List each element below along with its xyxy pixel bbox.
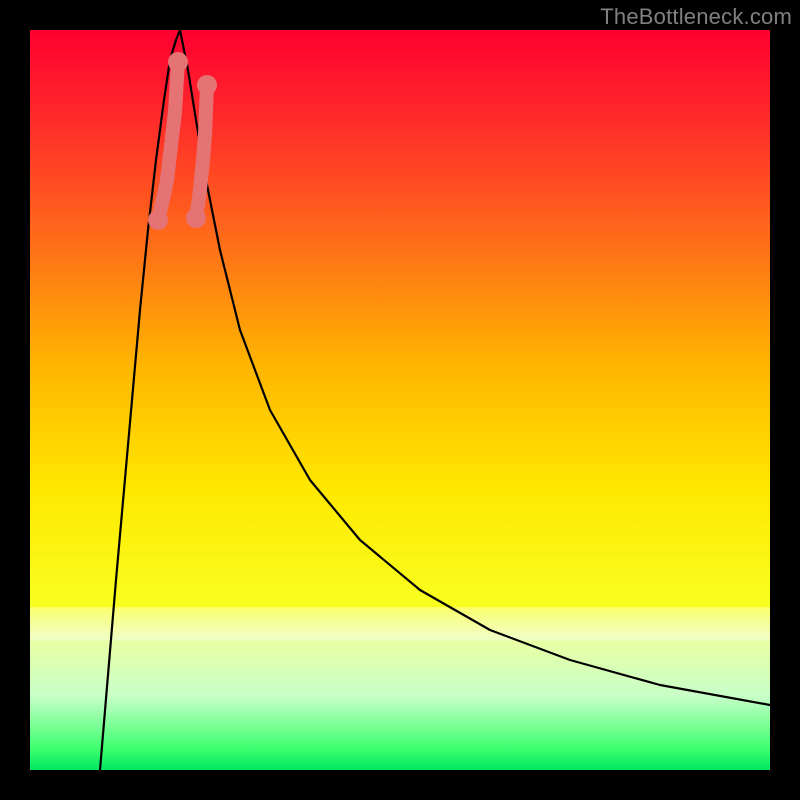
left-cluster-bead: [168, 52, 188, 72]
left-cluster-bead: [160, 173, 174, 187]
left-cluster-bead: [168, 105, 182, 119]
right-cluster-bead: [192, 191, 206, 205]
right-cluster-bead: [197, 75, 217, 95]
left-cluster-bead: [157, 188, 171, 202]
watermark-text: TheBottleneck.com: [600, 4, 792, 30]
left-cluster-bead: [169, 88, 183, 102]
gradient-background: [30, 30, 770, 770]
right-cluster-bead: [198, 128, 212, 142]
left-cluster-bead: [162, 156, 176, 170]
pale-band: [30, 607, 770, 640]
right-cluster-bead: [196, 153, 210, 167]
left-cluster-bead: [164, 139, 178, 153]
plot-area: [30, 30, 770, 770]
left-cluster-bead: [154, 201, 168, 215]
left-cluster-bead: [170, 71, 184, 85]
right-cluster-bead: [199, 103, 213, 117]
right-cluster-bead: [186, 208, 206, 228]
right-cluster-bead: [194, 173, 208, 187]
bottleneck-curve-chart: [30, 30, 770, 770]
left-cluster-bead: [166, 122, 180, 136]
chart-frame: TheBottleneck.com: [0, 0, 800, 800]
